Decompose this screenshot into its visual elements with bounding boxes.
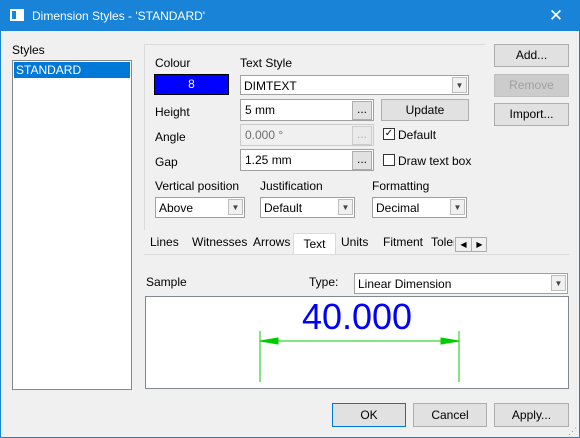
vertical-position-select[interactable]: Above ▼ bbox=[155, 197, 245, 218]
styles-list-item[interactable]: STANDARD bbox=[14, 62, 130, 78]
chevron-down-icon[interactable]: ▼ bbox=[338, 199, 353, 215]
styles-label: Styles bbox=[12, 43, 45, 57]
gap-value: 1.25 mm bbox=[245, 153, 292, 167]
chevron-down-icon[interactable]: ▼ bbox=[228, 199, 243, 215]
vertical-position-value: Above bbox=[159, 201, 194, 215]
colour-swatch-button[interactable]: 8 bbox=[154, 74, 229, 95]
update-button[interactable]: Update bbox=[381, 99, 469, 121]
draw-text-box-checkbox[interactable] bbox=[383, 154, 395, 166]
tab-scroll-buttons: ◀ ▶ bbox=[455, 237, 487, 252]
formatting-value: Decimal bbox=[376, 201, 420, 215]
remove-button: Remove bbox=[494, 74, 569, 97]
arrow-right-icon bbox=[440, 337, 460, 345]
add-button[interactable]: Add... bbox=[494, 44, 569, 67]
type-select[interactable]: Linear Dimension ▼ bbox=[354, 273, 568, 294]
text-style-select[interactable]: DIMTEXT ▼ bbox=[240, 75, 469, 95]
tab-arrows[interactable]: Arrows bbox=[253, 235, 290, 249]
formatting-label: Formatting bbox=[372, 179, 430, 193]
angle-field: 0.000 ° ... bbox=[240, 124, 374, 146]
scroll-right-icon[interactable]: ▶ bbox=[472, 238, 487, 251]
tab-units[interactable]: Units bbox=[341, 235, 368, 249]
angle-label: Angle bbox=[155, 130, 186, 144]
ok-button[interactable]: OK bbox=[332, 403, 406, 427]
gap-field[interactable]: 1.25 mm ... bbox=[240, 149, 374, 171]
title-bar: Dimension Styles - 'STANDARD' ✕ bbox=[1, 1, 579, 31]
apply-button[interactable]: Apply... bbox=[494, 403, 569, 427]
styles-list[interactable]: STANDARD bbox=[12, 60, 132, 390]
default-checkbox-label: Default bbox=[398, 128, 437, 142]
justification-value: Default bbox=[264, 201, 303, 215]
chevron-down-icon[interactable]: ▼ bbox=[452, 77, 467, 93]
height-value: 5 mm bbox=[245, 103, 275, 117]
chevron-down-icon[interactable]: ▼ bbox=[450, 199, 465, 215]
gap-label: Gap bbox=[155, 155, 178, 169]
angle-ellipsis-button: ... bbox=[352, 126, 372, 145]
window-app-icon bbox=[10, 9, 24, 21]
tab-text[interactable]: Text bbox=[293, 233, 336, 255]
tab-tolerance[interactable]: Toler bbox=[431, 235, 454, 249]
gap-ellipsis-button[interactable]: ... bbox=[352, 151, 372, 170]
cancel-button[interactable]: Cancel bbox=[413, 403, 487, 427]
tab-text-label: Text bbox=[303, 237, 326, 251]
tab-witnesses[interactable]: Witnesses bbox=[192, 235, 247, 249]
sample-preview: 40.000 bbox=[145, 296, 569, 389]
dimension-styles-dialog: Dimension Styles - 'STANDARD' ✕ Styles S… bbox=[0, 0, 580, 438]
chevron-down-icon[interactable]: ▼ bbox=[551, 275, 566, 291]
default-checkbox[interactable]: ✓ bbox=[383, 128, 395, 140]
dimension-lines bbox=[259, 331, 460, 382]
resize-grip-icon[interactable]: ⋰ bbox=[568, 426, 577, 437]
draw-text-box-label: Draw text box bbox=[398, 154, 472, 168]
angle-value: 0.000 ° bbox=[245, 128, 284, 142]
text-style-label: Text Style bbox=[240, 56, 293, 70]
text-style-value: DIMTEXT bbox=[244, 79, 297, 93]
height-ellipsis-button[interactable]: ... bbox=[352, 101, 372, 120]
colour-label: Colour bbox=[155, 56, 191, 70]
formatting-select[interactable]: Decimal ▼ bbox=[372, 197, 467, 218]
height-field[interactable]: 5 mm ... bbox=[240, 99, 374, 121]
scroll-left-icon[interactable]: ◀ bbox=[456, 238, 472, 251]
height-label: Height bbox=[155, 105, 190, 119]
arrow-left-icon bbox=[259, 337, 279, 345]
tab-lines[interactable]: Lines bbox=[150, 235, 179, 249]
type-label: Type: bbox=[309, 275, 339, 289]
tab-divider bbox=[144, 254, 569, 255]
justification-select[interactable]: Default ▼ bbox=[260, 197, 355, 218]
sample-label: Sample bbox=[146, 275, 187, 289]
window-title: Dimension Styles - 'STANDARD' bbox=[32, 9, 206, 23]
vertical-position-label: Vertical position bbox=[155, 179, 240, 193]
import-button[interactable]: Import... bbox=[494, 103, 569, 126]
type-value: Linear Dimension bbox=[358, 277, 452, 291]
justification-label: Justification bbox=[260, 179, 323, 193]
colour-value: 8 bbox=[188, 77, 195, 91]
tab-fitment[interactable]: Fitment bbox=[383, 235, 423, 249]
close-icon[interactable]: ✕ bbox=[533, 1, 579, 31]
